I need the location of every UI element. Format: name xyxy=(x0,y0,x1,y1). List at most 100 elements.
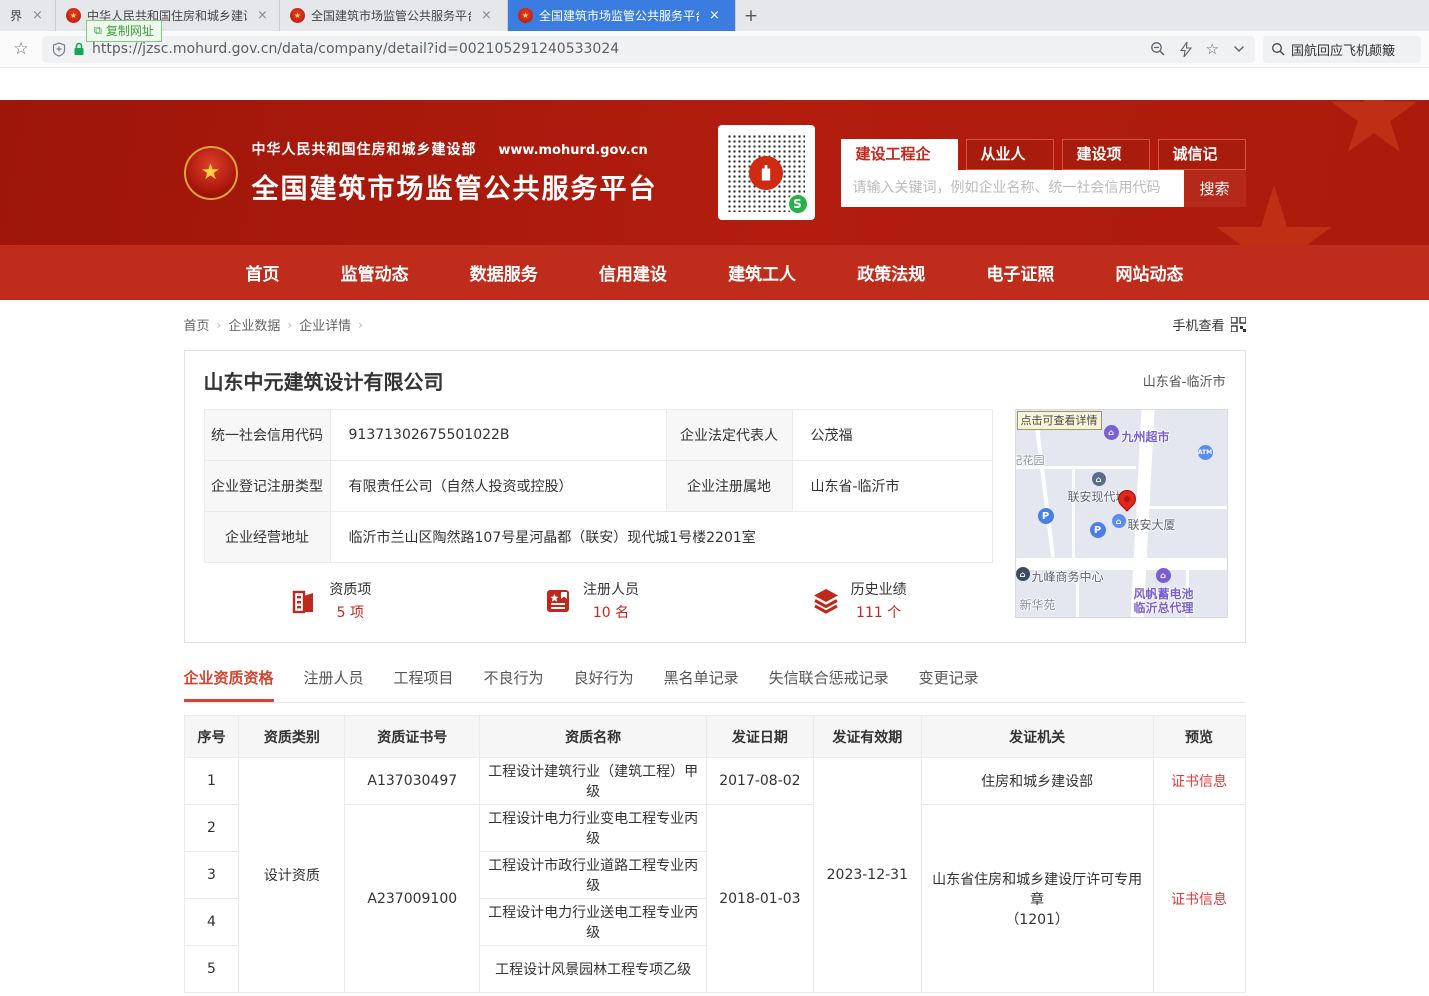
tab-close-icon[interactable]: × xyxy=(481,8,492,23)
search-tab-enterprise[interactable]: 建设工程企业 xyxy=(841,139,958,170)
company-info-table: 统一社会信用代码 91371302675501022B 企业法定代表人 公茂福 … xyxy=(204,409,993,563)
tab-projects[interactable]: 工程项目 xyxy=(394,667,454,702)
business-address-value: 临沂市兰山区陶然路107号星河晶都（联安）现代城1号楼2201室 xyxy=(330,512,992,563)
map-road xyxy=(1149,506,1228,509)
battery-poi-icon: ⌂ xyxy=(1156,568,1171,583)
location-map[interactable]: 点击可查看详情 ⌂ 九州超市 ATM 纪花园 ⌂ 联安现代城 ⌂ 联安大厦 P … xyxy=(1015,409,1228,618)
search-submit-button[interactable]: 搜索 xyxy=(1184,170,1246,207)
col-header: 预览 xyxy=(1153,716,1245,758)
browser-tab-3-active[interactable]: ★ 全国建筑市场监管公共服务平台 × xyxy=(508,0,736,31)
tab-qualifications[interactable]: 企业资质资格 xyxy=(184,667,274,702)
map-road xyxy=(1072,466,1075,558)
issue-date: 2017-08-02 xyxy=(706,758,813,805)
map-hint-label: 点击可查看详情 xyxy=(1017,411,1102,430)
col-header: 发证日期 xyxy=(706,716,813,758)
breadcrumb-company-detail[interactable]: 企业详情 xyxy=(299,315,351,334)
mobile-view-button[interactable]: 手机查看 xyxy=(1172,315,1245,334)
col-header: 资质证书号 xyxy=(345,716,480,758)
certificate-info-link[interactable]: 证书信息 xyxy=(1171,774,1227,790)
tab-change-records[interactable]: 变更记录 xyxy=(919,667,979,702)
row-no: 2 xyxy=(184,805,239,852)
company-stats: 资质项 5 项 注册人员 10 名 xyxy=(204,579,993,622)
tab-blacklist[interactable]: 黑名单记录 xyxy=(664,667,739,702)
search-tab-project[interactable]: 建设项目 xyxy=(1062,139,1150,170)
bookmark-star-icon[interactable]: ☆ xyxy=(8,39,34,59)
search-tab-personnel[interactable]: 从业人员 xyxy=(966,139,1054,170)
primary-navigation: 首页 监管动态 数据服务 信用建设 建筑工人 政策法规 电子证照 网站动态 xyxy=(0,245,1429,300)
stat-label: 资质项 xyxy=(329,579,371,599)
nav-item-credit[interactable]: 信用建设 xyxy=(599,260,667,285)
flash-reader-icon[interactable] xyxy=(1180,42,1192,57)
site-logo-texts: 中华人民共和国住房和城乡建设部 www.mohurd.gov.cn 全国建筑市场… xyxy=(252,139,658,206)
certificate-info-link[interactable]: 证书信息 xyxy=(1171,892,1227,908)
issuer: 住房和城乡建设部 xyxy=(921,758,1153,805)
nav-item-policy[interactable]: 政策法规 xyxy=(857,260,925,285)
qr-mini-icon xyxy=(1231,317,1246,332)
company-summary-card: 山东中元建筑设计有限公司 山东省-临沂市 统一社会信用代码 9137130267… xyxy=(184,350,1246,643)
breadcrumb: 首页 › 企业数据 › 企业详情 › 手机查看 xyxy=(184,315,1246,334)
field-label: 企业经营地址 xyxy=(204,512,330,563)
nav-item-site-news[interactable]: 网站动态 xyxy=(1115,260,1183,285)
nav-item-data-service[interactable]: 数据服务 xyxy=(470,260,538,285)
qualification-category: 设计资质 xyxy=(239,758,345,993)
keyword-search-input[interactable] xyxy=(841,170,1184,207)
url-text[interactable]: https://jzsc.mohurd.gov.cn/data/company/… xyxy=(92,41,1143,57)
https-lock-icon xyxy=(73,42,85,56)
tab-close-icon[interactable]: × xyxy=(32,8,43,23)
browser-tab-2[interactable]: ★ 全国建筑市场监管公共服务平台 × xyxy=(280,0,508,31)
qualification-name: 工程设计电力行业变电工程专业丙级 xyxy=(480,805,707,852)
hot-search-text[interactable]: 国航回应飞机颠簸 xyxy=(1291,40,1395,59)
search-tab-credit[interactable]: 诚信记录 xyxy=(1158,139,1246,170)
tab-title: 全国建筑市场监管公共服务平台 xyxy=(539,7,699,24)
tab-registered-personnel[interactable]: 注册人员 xyxy=(304,667,364,702)
parking-poi-icon: P xyxy=(1090,522,1106,538)
nav-item-workers[interactable]: 建筑工人 xyxy=(728,260,796,285)
col-header: 发证机关 xyxy=(921,716,1153,758)
table-row: 统一社会信用代码 91371302675501022B 企业法定代表人 公茂福 xyxy=(204,410,992,461)
tab-good-behavior[interactable]: 良好行为 xyxy=(574,667,634,702)
building-icon xyxy=(289,586,319,616)
favorite-star-icon[interactable]: ☆ xyxy=(1206,40,1219,58)
qr-center-logo xyxy=(749,156,783,190)
validity-date: 2023-12-31 xyxy=(813,758,921,993)
cert-number: A237009100 xyxy=(345,805,480,993)
tab-bad-behavior[interactable]: 不良行为 xyxy=(484,667,544,702)
qualification-name: 工程设计市政行业道路工程专业丙级 xyxy=(480,852,707,899)
nav-item-supervision[interactable]: 监管动态 xyxy=(341,260,409,285)
map-label-xinhuayuan: 新华苑 xyxy=(1020,596,1056,613)
browser-search-box[interactable]: 国航回应飞机颠簸 xyxy=(1263,36,1421,63)
certificate-book-icon xyxy=(543,586,573,616)
breadcrumb-home[interactable]: 首页 xyxy=(184,315,210,334)
breadcrumb-separator: › xyxy=(287,318,292,332)
zoom-out-icon[interactable] xyxy=(1150,41,1166,57)
stat-qualifications[interactable]: 资质项 5 项 xyxy=(289,579,371,622)
field-label: 企业登记注册类型 xyxy=(204,461,330,512)
shield-icon[interactable] xyxy=(52,42,66,57)
building-poi-icon: ⌂ xyxy=(1092,472,1106,486)
tab-close-icon[interactable]: × xyxy=(709,8,720,23)
new-tab-button[interactable]: + xyxy=(736,0,766,31)
map-label-supermarket: 九州超市 xyxy=(1122,428,1170,445)
table-row: 1 设计资质 A137030497 工程设计建筑行业（建筑工程）甲级 2017-… xyxy=(184,758,1245,805)
field-label: 统一社会信用代码 xyxy=(204,410,330,461)
row-no: 3 xyxy=(184,852,239,899)
stat-label: 注册人员 xyxy=(583,579,639,599)
address-bar[interactable]: https://jzsc.mohurd.gov.cn/data/company/… xyxy=(42,36,1255,63)
col-header: 发证有效期 xyxy=(813,716,921,758)
stat-history-performance[interactable]: 历史业绩 111 个 xyxy=(811,579,907,622)
main-content: 首页 › 企业数据 › 企业详情 › 手机查看 山东中元建筑设计有限公司 山东省… xyxy=(184,315,1246,993)
nav-item-e-license[interactable]: 电子证照 xyxy=(986,260,1054,285)
stat-registered-personnel[interactable]: 注册人员 10 名 xyxy=(543,579,639,622)
issuer-line2: （1201） xyxy=(928,909,1147,929)
tab-close-icon[interactable]: × xyxy=(257,8,268,23)
chevron-down-icon[interactable] xyxy=(1233,45,1245,53)
field-label: 企业法定代表人 xyxy=(666,410,792,461)
qualification-table: 序号 资质类别 资质证书号 资质名称 发证日期 发证有效期 发证机关 预览 1 … xyxy=(184,715,1246,993)
company-name: 山东中元建筑设计有限公司 xyxy=(204,366,444,395)
browser-tab-strip: 界 × ★ 中华人民共和国住房和城乡建设 × ★ 全国建筑市场监管公共服务平台 … xyxy=(0,0,1429,31)
tab-dishonesty-records[interactable]: 失信联合惩戒记录 xyxy=(769,667,889,702)
breadcrumb-company-data[interactable]: 企业数据 xyxy=(228,315,280,334)
nav-item-home[interactable]: 首页 xyxy=(246,260,280,285)
ministry-website: www.mohurd.gov.cn xyxy=(498,143,647,158)
browser-tab-0[interactable]: 界 × xyxy=(0,0,56,31)
